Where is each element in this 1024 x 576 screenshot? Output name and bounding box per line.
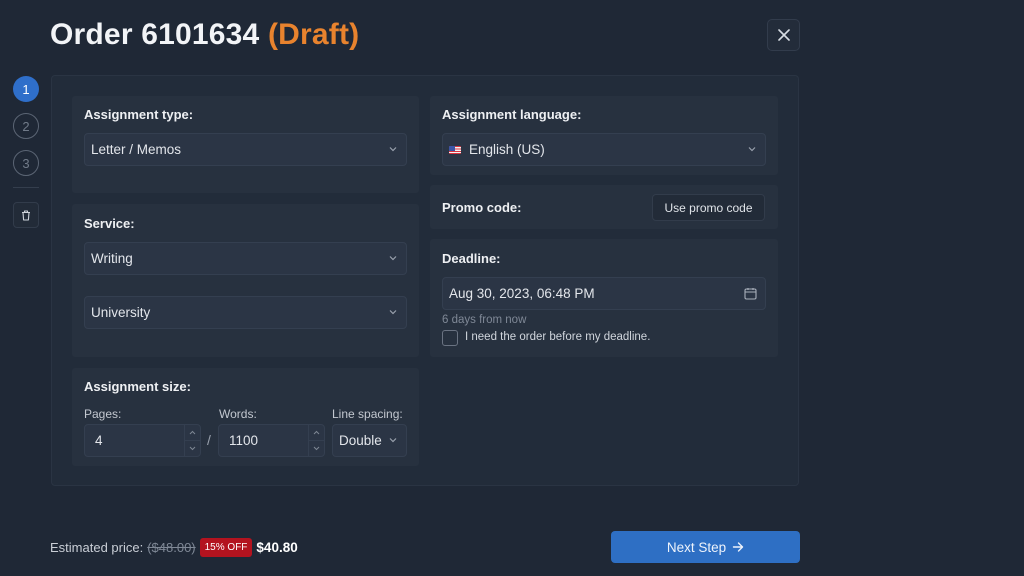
early-delivery-checkbox[interactable] bbox=[442, 330, 458, 346]
assignment-type-select[interactable]: Letter / Memos bbox=[84, 133, 407, 166]
pages-input[interactable]: 4 bbox=[84, 424, 201, 457]
service-select[interactable]: Writing bbox=[84, 242, 407, 275]
deadline-label: Deadline: bbox=[442, 251, 501, 266]
pages-words-separator: / bbox=[207, 432, 211, 448]
words-value: 1100 bbox=[229, 433, 259, 448]
pages-value: 4 bbox=[95, 433, 103, 448]
language-label: Assignment language: bbox=[442, 107, 582, 122]
next-step-button[interactable]: Next Step bbox=[611, 531, 800, 563]
calendar-icon[interactable] bbox=[744, 287, 757, 300]
stepper-divider bbox=[13, 187, 39, 188]
deadline-input[interactable]: Aug 30, 2023, 06:48 PM bbox=[442, 277, 766, 310]
trash-icon bbox=[22, 209, 30, 221]
pages-decrement-button[interactable] bbox=[185, 441, 200, 456]
arrow-right-icon bbox=[732, 542, 744, 552]
chevron-down-icon bbox=[389, 256, 397, 261]
deadline-relative-text: 6 days from now bbox=[442, 314, 527, 326]
pages-increment-button[interactable] bbox=[185, 425, 200, 441]
line-spacing-value: Double bbox=[339, 433, 382, 448]
chevron-down-icon bbox=[313, 446, 320, 451]
assignment-type-value: Letter / Memos bbox=[91, 142, 182, 157]
next-step-label: Next Step bbox=[666, 539, 727, 555]
price-label: Estimated price: bbox=[50, 540, 144, 555]
words-label: Words: bbox=[219, 407, 257, 421]
academic-level-value: University bbox=[91, 305, 151, 320]
language-value: English (US) bbox=[469, 142, 545, 157]
step-3[interactable]: 3 bbox=[13, 150, 39, 176]
promo-label: Promo code: bbox=[442, 200, 522, 215]
chevron-down-icon bbox=[389, 147, 397, 152]
service-label: Service: bbox=[84, 216, 135, 231]
discount-badge: 15% OFF bbox=[199, 538, 253, 557]
chevron-up-icon bbox=[313, 430, 320, 435]
academic-level-select[interactable]: University bbox=[84, 296, 407, 329]
use-promo-code-button[interactable]: Use promo code bbox=[652, 194, 765, 221]
pages-stepper bbox=[184, 425, 200, 456]
close-button[interactable] bbox=[767, 19, 800, 51]
original-price: ($48.00) bbox=[147, 540, 196, 555]
language-select[interactable]: English (US) bbox=[442, 133, 766, 166]
page-title: Order 6101634 (Draft) bbox=[50, 18, 359, 52]
service-value: Writing bbox=[91, 251, 133, 266]
delete-order-button[interactable] bbox=[13, 202, 39, 228]
line-spacing-select[interactable]: Double bbox=[332, 424, 407, 457]
chevron-down-icon bbox=[748, 147, 756, 152]
pages-label: Pages: bbox=[84, 407, 122, 421]
line-spacing-label: Line spacing: bbox=[332, 407, 403, 421]
step-1[interactable]: 1 bbox=[13, 76, 39, 102]
chevron-down-icon bbox=[389, 438, 397, 443]
us-flag-icon bbox=[449, 145, 461, 154]
discounted-price: $40.80 bbox=[256, 540, 298, 555]
assignment-type-label: Assignment type: bbox=[84, 107, 194, 122]
order-status: (Draft) bbox=[267, 18, 360, 51]
step-2[interactable]: 2 bbox=[13, 113, 39, 139]
step-navigator: 1 2 3 bbox=[13, 76, 39, 228]
words-increment-button[interactable] bbox=[309, 425, 324, 441]
close-icon bbox=[777, 29, 790, 41]
words-input[interactable]: 1100 bbox=[218, 424, 325, 457]
words-decrement-button[interactable] bbox=[309, 441, 324, 456]
order-number: Order 6101634 bbox=[50, 18, 260, 51]
chevron-down-icon bbox=[389, 310, 397, 315]
deadline-value: Aug 30, 2023, 06:48 PM bbox=[449, 286, 595, 301]
chevron-up-icon bbox=[189, 430, 196, 435]
assignment-size-label: Assignment size: bbox=[84, 379, 191, 394]
chevron-down-icon bbox=[189, 446, 196, 451]
early-delivery-label: I need the order before my deadline. bbox=[465, 331, 651, 343]
estimated-price: Estimated price: ($48.00) 15% OFF $40.80 bbox=[50, 538, 298, 557]
words-stepper bbox=[308, 425, 324, 456]
